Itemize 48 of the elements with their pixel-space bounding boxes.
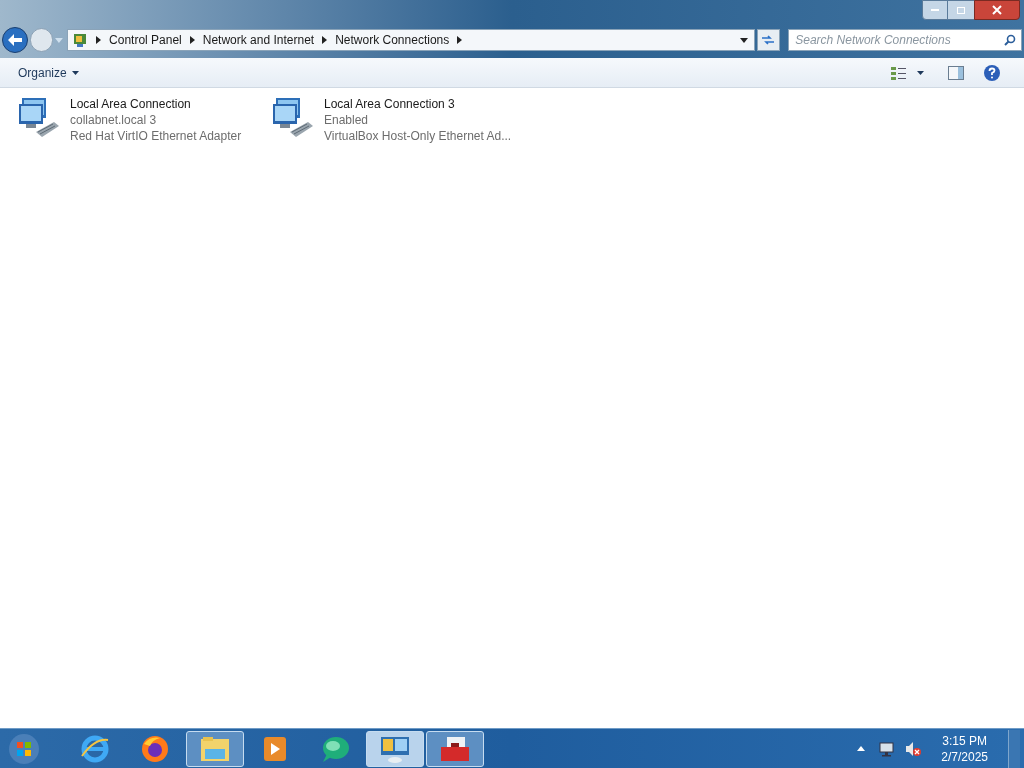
browser-e-icon bbox=[80, 733, 110, 764]
breadcrumb-item[interactable]: Network Connections bbox=[335, 31, 450, 49]
clock[interactable]: 3:15 PM 2/7/2025 bbox=[941, 732, 988, 765]
search-icon bbox=[1004, 34, 1016, 46]
connection-name[interactable]: Local Area Connection bbox=[70, 96, 242, 112]
arrow-icon bbox=[322, 36, 328, 44]
close-button[interactable] bbox=[974, 0, 1020, 20]
view-options-button[interactable] bbox=[891, 65, 924, 80]
network-adapter-icon bbox=[272, 96, 314, 140]
adapter-name: VirtualBox Host-Only Ethernet Ad... bbox=[324, 128, 512, 144]
play-icon bbox=[263, 735, 287, 762]
minimize-button[interactable] bbox=[922, 0, 948, 20]
windows-orb-icon bbox=[8, 732, 40, 765]
breadcrumb-item[interactable]: Network and Internet bbox=[202, 31, 315, 49]
fox-globe-icon bbox=[140, 733, 170, 764]
arrow-icon bbox=[96, 36, 102, 44]
organize-menu[interactable]: Organize bbox=[18, 63, 79, 82]
connection-name[interactable]: Local Area Connection 3 bbox=[324, 96, 512, 112]
connection-status: Enabled bbox=[324, 112, 370, 128]
refresh-icon bbox=[761, 34, 776, 46]
show-hidden-icons-icon[interactable] bbox=[857, 746, 866, 751]
help-icon[interactable] bbox=[984, 64, 1000, 81]
toolbox-icon bbox=[439, 734, 471, 763]
preview-pane-icon[interactable] bbox=[948, 65, 964, 80]
adapter-name: Red Hat VirtIO Ethernet Adapter bbox=[70, 128, 242, 144]
back-button[interactable] bbox=[2, 27, 28, 53]
dropdown-icon[interactable] bbox=[739, 37, 748, 43]
folder-icon bbox=[199, 734, 231, 763]
arrow-icon bbox=[457, 36, 463, 44]
taskbar-button[interactable] bbox=[186, 730, 244, 767]
taskbar-button[interactable] bbox=[366, 730, 424, 767]
control-panel-icon bbox=[72, 32, 89, 48]
network-adapter-icon bbox=[18, 96, 60, 140]
speaker-muted-icon[interactable] bbox=[905, 740, 922, 757]
restore-button[interactable] bbox=[948, 0, 974, 20]
caret-icon bbox=[917, 70, 924, 75]
close-icon bbox=[992, 5, 1002, 15]
arrow-icon bbox=[189, 36, 195, 44]
taskbar-button[interactable] bbox=[426, 730, 484, 767]
refresh-button[interactable] bbox=[756, 29, 781, 51]
search-field[interactable]: Search Network Connections bbox=[788, 29, 1022, 51]
connection-status: collabnet.local 3 bbox=[70, 112, 158, 128]
caret-icon bbox=[71, 70, 79, 75]
back-arrow-icon bbox=[7, 34, 22, 46]
address-bar[interactable]: Control Panel Network and Internet Network Connections bbox=[67, 29, 755, 51]
network-tray-icon[interactable] bbox=[879, 740, 896, 757]
view-list-icon bbox=[891, 65, 907, 80]
breadcrumb-item[interactable]: Control Panel bbox=[109, 31, 182, 49]
